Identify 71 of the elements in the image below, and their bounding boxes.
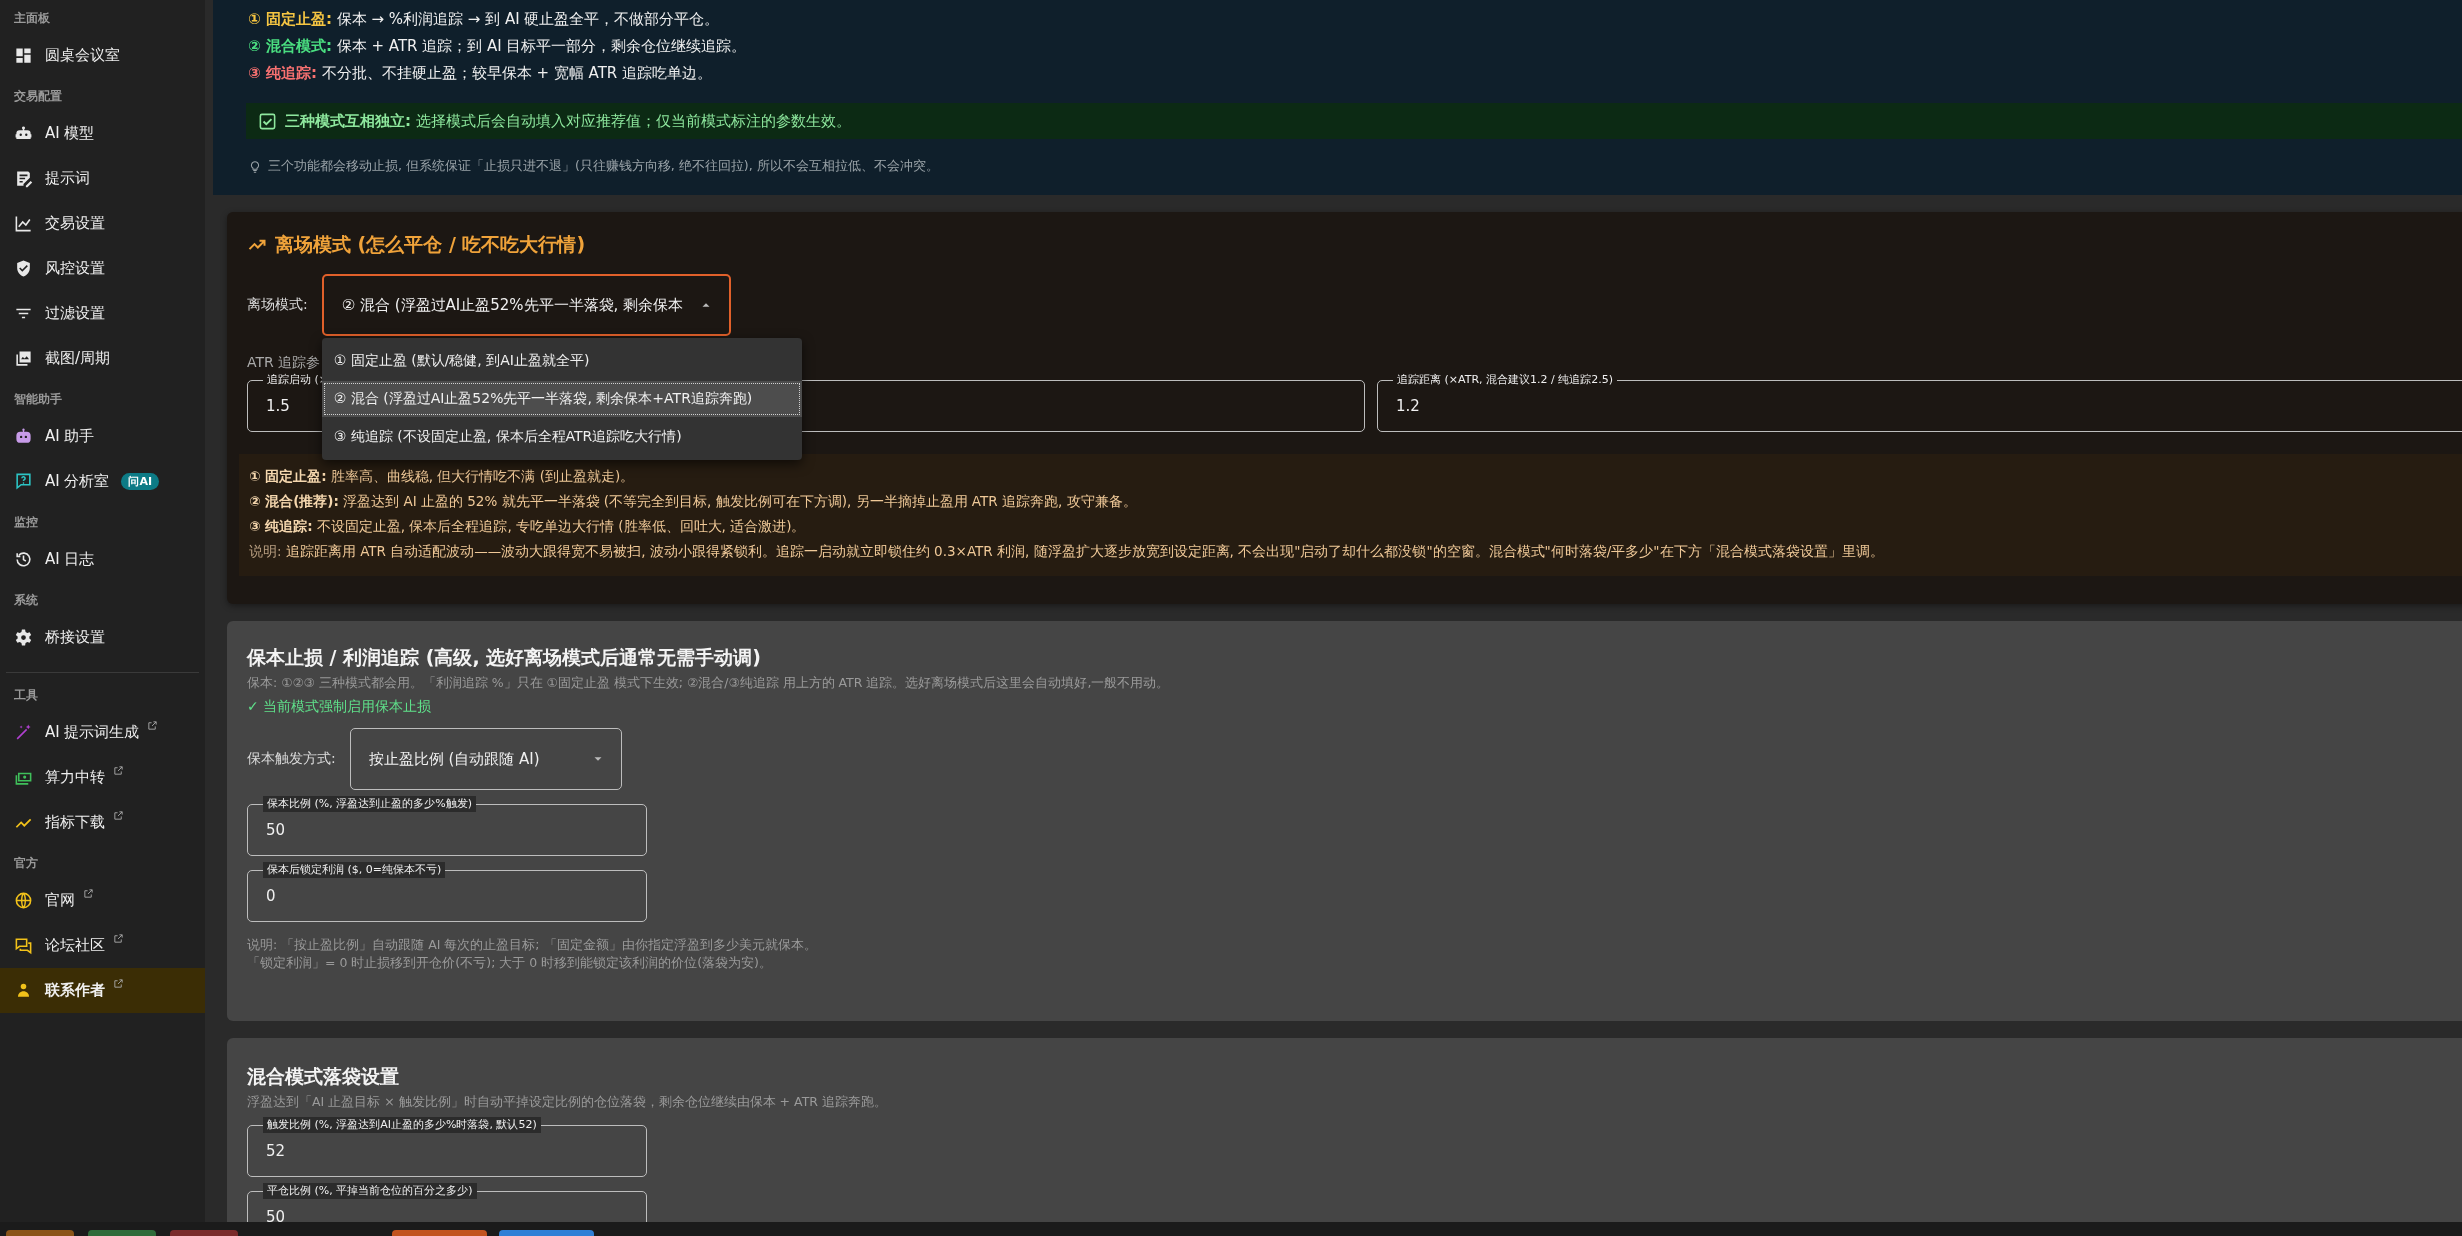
- mode-description: ③ 纯追踪: 不分批、不挂硬止盈；较早保本 + 宽幅 ATR 追踪吃单边。: [248, 63, 713, 84]
- note-icon: [14, 169, 33, 188]
- explanation-note: 说明: 追踪距离用 ATR 自动适配波动——波动大跟得宽不易被扫, 波动小跟得紧锁利。追踪一启动就立即锁住约 0.3×ATR 利润, 随浮盈扩大逐步放宽到设定距离, 不会出现"启动了却什么都没锁"的空窗。混合模式"何时落袋/平多少"在下方「混合模式落袋设置」里调。: [249, 542, 1885, 561]
- sidebar-item[interactable]: AI 模型: [0, 111, 205, 156]
- external-link-icon: [113, 933, 124, 944]
- sidebar-item[interactable]: 圆桌会议室: [0, 33, 205, 78]
- image-icon: [14, 349, 33, 368]
- note-text: 「锁定利润」= 0 时止损移到开仓价(不亏); 大于 0 时移到能锁定该利润的价位(落袋为安)。: [247, 954, 773, 972]
- chat-icon: [14, 936, 33, 955]
- sidebar-item[interactable]: 截图/周期: [0, 336, 205, 381]
- section-title: 官方: [13, 855, 39, 872]
- wand-icon: [14, 723, 33, 742]
- note-text: 说明: 「按止盈比例」自动跟随 AI 每次的止盈目标; 「固定金额」由你指定浮盈到多少美元就保本。: [247, 936, 818, 954]
- sidebar-item[interactable]: 交易设置: [0, 201, 205, 246]
- mode-explanation: ② 混合(推荐): 浮盈达到 AI 止盈的 52% 就先平一半落袋 (不等完全到目标, 触发比例可在下方调), 另一半摘掉止盈用 ATR 追踪奔跑, 攻守兼备。: [249, 492, 1138, 511]
- grid-icon: [14, 46, 33, 65]
- external-link-icon: [147, 720, 159, 731]
- field-label: 保本触发方式:: [247, 750, 336, 768]
- shield-icon: [14, 259, 33, 278]
- section-title: 主面板: [13, 10, 51, 27]
- select-field[interactable]: ② 混合 (浮盈过AI止盈52%先平一半落袋, 剩余保本: [321, 274, 732, 336]
- dropdown-option[interactable]: ② 混合 (浮盈过AI止盈52%先平一半落袋, 剩余保本+ATR追踪奔跑): [321, 381, 802, 417]
- taskbar-tab[interactable]: [170, 1230, 238, 1236]
- badge: 问AI: [121, 473, 160, 490]
- sidebar-item[interactable]: 桥接设置: [0, 615, 205, 660]
- mode-description: ① 固定止盈: 保本 → %利润追踪 → 到 AI 硬止盈全平，不做部分平仓。: [248, 9, 721, 30]
- sidebar-item[interactable]: 联系作者: [0, 968, 205, 1013]
- taskbar-tab[interactable]: [88, 1230, 156, 1236]
- section-title: 混合模式落袋设置: [247, 1064, 399, 1089]
- sidebar-item[interactable]: 官网: [0, 878, 205, 923]
- sidebar-item[interactable]: 提示词: [0, 156, 205, 201]
- sidebar-item[interactable]: 风控设置: [0, 246, 205, 291]
- section-title: 系统: [13, 592, 39, 609]
- section-title: 工具: [13, 687, 39, 704]
- sidebar-item[interactable]: AI 提示词生成: [0, 710, 205, 755]
- sidebar-item[interactable]: AI 分析室 问AI: [0, 459, 205, 504]
- sidebar-item[interactable]: AI 助手: [0, 414, 205, 459]
- section-title: 监控: [13, 514, 39, 531]
- lightbulb-icon: [248, 159, 262, 174]
- status-text: ✓ 当前模式强制启用保本止损: [247, 698, 432, 716]
- sidebar-item[interactable]: 算力中转: [0, 755, 205, 800]
- line-chart-icon: [14, 214, 33, 233]
- section-title: 保本止损 / 利润追踪 (高级, 选好离场模式后通常无需手动调): [247, 645, 761, 670]
- section-title: 离场模式 (怎么平仓 / 吃不吃大行情): [275, 232, 586, 257]
- mode-explanation: ① 固定止盈: 胜率高、曲线稳, 但大行情吃不满 (到止盈就走)。: [249, 467, 636, 486]
- history-icon: [14, 550, 33, 569]
- taskbar-tab[interactable]: [6, 1230, 74, 1236]
- mode-description: ② 混合模式: 保本 + ATR 追踪；到 AI 目标平一部分，剩余仓位继续追踪。: [248, 36, 748, 57]
- sidebar-item[interactable]: 过滤设置: [0, 291, 205, 336]
- section-description: 浮盈达到「AI 止盈目标 × 触发比例」时自动平掉设定比例的仓位落袋，剩余仓位继续由保本 + ATR 追踪奔跑。: [247, 1094, 888, 1111]
- group-label: ATR 追踪参: [247, 354, 321, 372]
- section-title: 交易配置: [13, 88, 63, 105]
- robot-icon: [14, 427, 33, 446]
- external-link-icon: [113, 765, 124, 776]
- settings-icon: [14, 628, 33, 647]
- sidebar-item[interactable]: AI 日志: [0, 537, 205, 582]
- taskbar-tab[interactable]: [499, 1230, 594, 1236]
- field-label: 离场模式:: [247, 296, 308, 314]
- section-title: 智能助手: [13, 391, 63, 408]
- external-link-icon: [113, 810, 124, 821]
- notice-text: 三种模式互相独立: 选择模式后会自动填入对应推荐值；仅当前模式标注的参数生效。: [285, 111, 851, 131]
- mode-explanation: ③ 纯追踪: 不设固定止盈, 保本后全程追踪, 专吃单边大行情 (胜率低、回吐大, 适合激进)。: [249, 517, 807, 536]
- chat-question-icon: [14, 472, 33, 491]
- hint-text: 三个功能都会移动止损, 但系统保证「止损只进不退」(只往赚钱方向移, 绝不往回拉), 所以不会互相拉低、不会冲突。: [268, 158, 939, 175]
- globe-icon: [14, 891, 33, 910]
- external-link-icon: [83, 888, 94, 899]
- taskbar-tab[interactable]: [392, 1230, 487, 1236]
- sidebar-item[interactable]: 指标下载: [0, 800, 205, 845]
- select-field[interactable]: 按止盈比例 (自动跟随 AI): [349, 728, 622, 790]
- external-link-icon: [113, 978, 124, 989]
- sidebar-item[interactable]: 论坛社区: [0, 923, 205, 968]
